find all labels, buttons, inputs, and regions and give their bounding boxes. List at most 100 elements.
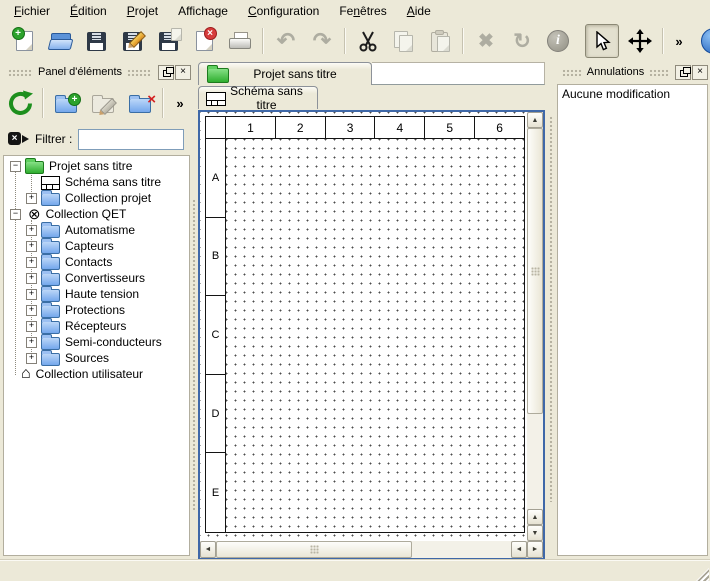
right-splitter[interactable] bbox=[546, 62, 557, 556]
left-splitter[interactable] bbox=[190, 155, 198, 556]
elements-panel-header: Panel d'éléments × bbox=[3, 63, 191, 81]
clear-filter-icon[interactable]: × bbox=[8, 132, 29, 146]
undo-icon: ↶ bbox=[277, 30, 295, 52]
expand-expander-icon[interactable]: + bbox=[26, 353, 37, 364]
tree-item-protections[interactable]: + Protections bbox=[4, 302, 189, 318]
scroll-up-button[interactable]: ▲ bbox=[527, 112, 543, 128]
expand-expander-icon[interactable]: + bbox=[26, 257, 37, 268]
close-project-button[interactable]: × bbox=[189, 26, 219, 56]
close-panel-button[interactable]: × bbox=[692, 65, 708, 80]
info-button-disabled[interactable]: i bbox=[543, 26, 573, 56]
scroll-down-button[interactable]: ▼ bbox=[527, 525, 543, 541]
tree-item-sources[interactable]: + Sources bbox=[4, 350, 189, 366]
filter-input[interactable] bbox=[78, 129, 184, 150]
expand-expander-icon[interactable]: + bbox=[26, 289, 37, 300]
paste-icon bbox=[431, 31, 450, 51]
undo-button[interactable]: ↶ bbox=[271, 26, 301, 56]
expand-expander-icon[interactable]: + bbox=[26, 321, 37, 332]
tab-projet-sans-titre[interactable]: Projet sans titre bbox=[198, 62, 372, 85]
scroll-left-button[interactable]: ◄ bbox=[200, 541, 216, 558]
print-button[interactable] bbox=[225, 26, 255, 56]
filter-label: Filtrer : bbox=[35, 132, 72, 146]
open-project-button[interactable] bbox=[45, 26, 75, 56]
menu-configuration[interactable]: Configuration bbox=[238, 1, 329, 21]
splitter-texture bbox=[192, 199, 197, 512]
tree-item-automatisme[interactable]: + Automatisme bbox=[4, 222, 189, 238]
expand-expander-icon[interactable]: + bbox=[26, 273, 37, 284]
drawing-area[interactable] bbox=[226, 139, 524, 532]
tree-item-capteurs[interactable]: + Capteurs bbox=[4, 238, 189, 254]
float-panel-button[interactable] bbox=[158, 65, 174, 80]
pan-mode-button[interactable] bbox=[625, 26, 655, 56]
folder-icon bbox=[41, 305, 60, 318]
diagram-canvas[interactable]: 1 2 3 4 5 6 A B C D E bbox=[200, 112, 527, 541]
selection-mode-button[interactable] bbox=[585, 24, 619, 58]
expand-expander-icon[interactable]: + bbox=[26, 241, 37, 252]
expand-expander-icon[interactable]: + bbox=[26, 305, 37, 316]
toolbar-overflow-button[interactable]: » bbox=[671, 26, 687, 56]
menu-projet[interactable]: Projet bbox=[117, 1, 168, 21]
delete-button[interactable]: ✖ bbox=[471, 26, 501, 56]
tree-item-schema-sans-titre[interactable]: Schéma sans titre bbox=[4, 174, 189, 190]
delete-icon: ✖ bbox=[478, 32, 494, 51]
folder-icon bbox=[41, 193, 60, 206]
column-header: 4 bbox=[375, 117, 425, 138]
menu-fichier[interactable]: Fichier bbox=[4, 1, 60, 21]
resize-grip[interactable] bbox=[696, 568, 709, 581]
scroll-up-button-2[interactable]: ▲ bbox=[527, 509, 543, 525]
tree-item-collection-projet[interactable]: + Collection projet bbox=[4, 190, 189, 206]
redo-button[interactable]: ↷ bbox=[307, 26, 337, 56]
undo-list-item[interactable]: Aucune modification bbox=[558, 85, 707, 103]
folder-icon bbox=[41, 289, 60, 302]
scroll-right-button[interactable]: ► bbox=[527, 541, 543, 558]
paste-button[interactable] bbox=[425, 26, 455, 56]
diagram-view[interactable]: 1 2 3 4 5 6 A B C D E bbox=[198, 110, 545, 560]
save-as-button[interactable] bbox=[117, 26, 147, 56]
save-all-button[interactable] bbox=[153, 26, 183, 56]
expand-expander-icon[interactable]: + bbox=[26, 337, 37, 348]
collapse-expander-icon[interactable]: − bbox=[10, 161, 21, 172]
save-button[interactable] bbox=[81, 26, 111, 56]
float-panel-button[interactable] bbox=[675, 65, 691, 80]
tree-item-semi-conducteurs[interactable]: + Semi-conducteurs bbox=[4, 334, 189, 350]
close-panel-button[interactable]: × bbox=[175, 65, 191, 80]
menu-fenetres[interactable]: Fenêtres bbox=[329, 1, 396, 21]
dock-texture bbox=[562, 69, 582, 76]
cut-button[interactable] bbox=[353, 26, 383, 56]
edit-category-button[interactable] bbox=[87, 87, 119, 119]
expand-expander-icon[interactable]: + bbox=[26, 193, 37, 204]
undo-history-list: Aucune modification bbox=[557, 84, 708, 556]
main-toolbar: + × ↶ ↷ bbox=[0, 22, 710, 60]
tree-item-projet-sans-titre[interactable]: − Projet sans titre bbox=[4, 158, 189, 174]
menu-aide[interactable]: Aide bbox=[397, 1, 441, 21]
tab-schema-sans-titre[interactable]: Schéma sans titre bbox=[198, 86, 318, 109]
panel-toolbar-overflow-button[interactable]: » bbox=[172, 87, 188, 119]
scroll-left-button-2[interactable]: ◄ bbox=[511, 541, 527, 558]
tree-item-contacts[interactable]: + Contacts bbox=[4, 254, 189, 270]
save-as-icon bbox=[123, 32, 142, 51]
collapse-expander-icon[interactable]: − bbox=[10, 209, 21, 220]
tree-item-convertisseurs[interactable]: + Convertisseurs bbox=[4, 270, 189, 286]
horizontal-scrollbar[interactable]: ◄ ◄ ► bbox=[200, 541, 543, 558]
tree-item-haute-tension[interactable]: + Haute tension bbox=[4, 286, 189, 302]
toolbar-separator bbox=[662, 28, 664, 54]
close-file-icon: × bbox=[196, 31, 213, 51]
expand-expander-icon[interactable]: + bbox=[26, 225, 37, 236]
about-info-button[interactable]: i bbox=[699, 26, 710, 56]
horizontal-scroll-thumb[interactable] bbox=[216, 541, 412, 558]
rotate-button[interactable]: ↻ bbox=[507, 26, 537, 56]
tree-item-collection-utilisateur[interactable]: ⌂ Collection utilisateur bbox=[4, 366, 189, 382]
new-category-button[interactable]: + bbox=[50, 87, 82, 119]
vertical-scrollbar[interactable]: ▲ ▲ ▼ bbox=[527, 112, 543, 541]
tree-item-collection-qet[interactable]: − ⊗ Collection QET bbox=[4, 206, 189, 222]
save-icon bbox=[87, 32, 106, 51]
delete-category-button[interactable]: × bbox=[124, 87, 156, 119]
new-project-button[interactable]: + bbox=[9, 26, 39, 56]
copy-button[interactable] bbox=[389, 26, 419, 56]
reload-collections-button[interactable] bbox=[4, 87, 36, 119]
menu-edition[interactable]: Édition bbox=[60, 1, 117, 21]
menu-affichage[interactable]: Affichage bbox=[168, 1, 238, 21]
tree-item-recepteurs[interactable]: + Récepteurs bbox=[4, 318, 189, 334]
vertical-scroll-thumb[interactable] bbox=[527, 128, 543, 414]
paper-body: A B C D E bbox=[206, 139, 524, 532]
